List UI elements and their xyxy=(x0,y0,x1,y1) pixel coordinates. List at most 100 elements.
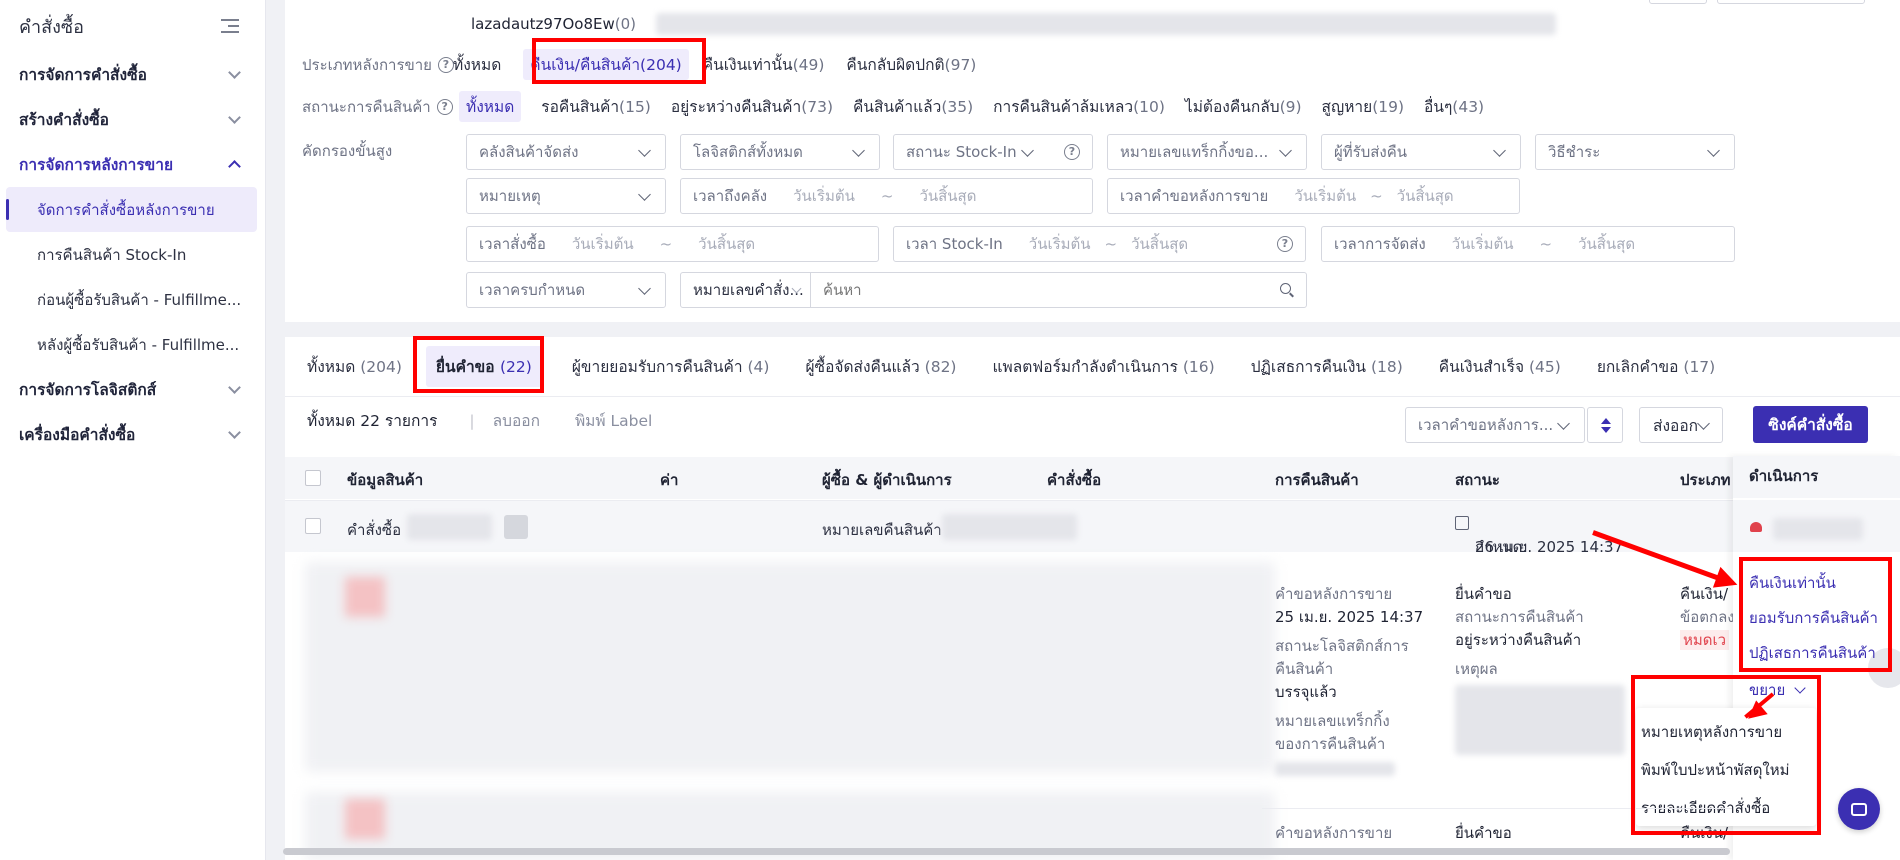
tracking-select[interactable]: หมายเลขแทร็กกิ้งขอ... xyxy=(1107,134,1307,170)
sidebar-item-before-receipt[interactable]: ก่อนผู้ซื้อรับสินค้า - Fulfillme... xyxy=(0,277,265,322)
option-count: (19) xyxy=(1372,98,1405,116)
option-count: (73) xyxy=(801,98,834,116)
sidebar-item-label: ก่อนผู้ซื้อรับสินค้า - Fulfillme... xyxy=(37,290,242,309)
button-label: ส่งออก xyxy=(1653,416,1699,435)
row-checkbox[interactable] xyxy=(305,518,321,534)
tab-label: ผู้ซื้อจัดส่งคืนแล้ว xyxy=(805,358,920,376)
stockin-time-range[interactable]: เวลา Stock-In วันเริ่มต้น ~ วันสิ้นสุด? xyxy=(893,226,1306,262)
option-label: ทั้งหมด xyxy=(453,56,502,74)
request-time-range[interactable]: เวลาคำขอหลังการขาย วันเริ่มต้น ~ วันสิ้นสุด xyxy=(1107,178,1520,214)
search-input[interactable] xyxy=(811,274,1280,306)
logistics-select[interactable]: โลจิสติกส์ทั้งหมด xyxy=(680,134,880,170)
chevron-down-icon xyxy=(1707,144,1720,157)
start-date-input[interactable]: วันเริ่มต้น xyxy=(572,232,634,256)
horizontal-scrollbar[interactable] xyxy=(283,848,1730,855)
tracking-label-2: ของการคืนสินค้า xyxy=(1275,735,1386,753)
select-all-checkbox[interactable] xyxy=(305,470,321,486)
status-option-lost[interactable]: สูญหาย(19) xyxy=(1322,94,1405,119)
sidebar-item-label: หลังผู้ซื้อรับสินค้า - Fulfillme... xyxy=(37,335,240,354)
collapse-menu-icon[interactable] xyxy=(221,19,239,33)
tab-platform-processing[interactable]: แพลตฟอร์มกำลังดำเนินการ (16) xyxy=(992,354,1214,379)
column-header: สถานะ xyxy=(1455,471,1500,489)
note-select[interactable]: หมายเหตุ xyxy=(466,178,666,214)
sidebar-group-create-order[interactable]: สร้างคำสั่งซื้อ xyxy=(0,97,265,142)
option-label: คืนสินค้าแล้ว xyxy=(853,98,942,116)
sidebar-group-logistics[interactable]: การจัดการโลจิสติกส์ xyxy=(0,367,265,412)
remove-button[interactable]: ลบออก xyxy=(493,408,540,433)
help-icon[interactable]: ? xyxy=(1064,144,1080,160)
start-date-input[interactable]: วันเริ่มต้น xyxy=(1294,184,1356,208)
payment-select[interactable]: วิธีชำระ xyxy=(1535,134,1735,170)
export-button[interactable]: ส่งออก xyxy=(1639,407,1723,443)
status-option-failed[interactable]: การคืนสินค้าล้มเหลว(10) xyxy=(993,94,1165,119)
tab-cancelled[interactable]: ยกเลิกคำขอ (17) xyxy=(1597,354,1715,379)
chevron-down-icon xyxy=(1557,417,1570,430)
help-icon[interactable]: ? xyxy=(436,98,453,115)
sidebar-item-aftersale-orders[interactable]: จัดการคำสั่งซื้อหลังการขาย xyxy=(6,187,257,232)
sidebar-group-order-tools[interactable]: เครื่องมือคำสั่งซื้อ xyxy=(0,412,265,457)
return-status-value: อยู่ระหว่างคืนสินค้า xyxy=(1455,631,1582,649)
tab-refund-success[interactable]: คืนเงินสำเร็จ (45) xyxy=(1439,354,1561,379)
label-text: สถานะการคืนสินค้า xyxy=(302,97,431,116)
end-date-input[interactable]: วันสิ้นสุด xyxy=(1578,232,1635,256)
receiver-select[interactable]: ผู้ที่รับส่งคืน xyxy=(1321,134,1521,170)
tab-refund-rejected[interactable]: ปฏิเสธการคืนเงิน (18) xyxy=(1251,354,1403,379)
arrival-time-range[interactable]: เวลาถึงคลัง วันเริ่มต้น ~ วันสิ้นสุด xyxy=(680,178,1093,214)
sync-orders-button[interactable]: ซิงค์คำสั่งซื้อ xyxy=(1753,406,1868,443)
help-icon[interactable]: ? xyxy=(1277,236,1293,252)
chevron-down-icon xyxy=(1021,144,1034,157)
order-time-range[interactable]: เวลาสั่งซื้อ วันเริ่มต้น ~ วันสิ้นสุด xyxy=(466,226,879,262)
column-header: ข้อมูลสินค้า xyxy=(347,471,424,489)
sidebar-group-aftersale[interactable]: การจัดการหลังการขาย xyxy=(0,142,265,187)
status-option-waiting[interactable]: รอคืนสินค้า(15) xyxy=(541,94,651,119)
start-date-input[interactable]: วันเริ่มต้น xyxy=(793,184,855,208)
option-label: สูญหาย xyxy=(1321,98,1373,116)
search-icon[interactable] xyxy=(1280,283,1294,298)
tab-label: คืนเงินสำเร็จ xyxy=(1438,358,1525,376)
sort-order-button[interactable] xyxy=(1587,407,1623,443)
sidebar: คำสั่งซื้อ การจัดการคำสั่งซื้อ สร้างคำสั… xyxy=(0,0,266,860)
end-date-input[interactable]: วันสิ้นสุด xyxy=(919,184,976,208)
start-date-input[interactable]: วันเริ่มต้น xyxy=(1452,232,1514,256)
type-option-refund-only[interactable]: คืนเงินเท่านั้น(49) xyxy=(703,52,825,77)
print-label-button[interactable]: พิมพ์ Label xyxy=(575,408,652,433)
account-name[interactable]: lazadautz97Oo8Ew xyxy=(471,15,615,33)
stockin-status-select[interactable]: สถานะ Stock-In? xyxy=(893,134,1093,170)
list-toolbar: ทั้งหมด 22 รายการ | ลบออก พิมพ์ Label xyxy=(307,408,687,433)
status-option-returning[interactable]: อยู่ระหว่างคืนสินค้า(73) xyxy=(671,94,833,119)
tab-count: (18) xyxy=(1370,358,1403,376)
top-button-2[interactable] xyxy=(1717,0,1865,4)
status-option-no-return[interactable]: ไม่ต้องคืนกลับ(9) xyxy=(1185,94,1302,119)
sidebar-item-after-receipt[interactable]: หลังผู้ซื้อรับสินค้า - Fulfillme... xyxy=(0,322,265,367)
start-date-input[interactable]: วันเริ่มต้น xyxy=(1029,232,1091,256)
sidebar-group-order-management[interactable]: การจัดการคำสั่งซื้อ xyxy=(0,52,265,97)
status-option-returned[interactable]: คืนสินค้าแล้ว(35) xyxy=(853,94,973,119)
end-date-input[interactable]: วันสิ้นสุด xyxy=(1397,184,1454,208)
chat-button[interactable] xyxy=(1838,788,1880,830)
table-header: ข้อมูลสินค้า ค่า ผู้ซื้อ & ผู้ดำเนินการ … xyxy=(285,457,1900,499)
return-request-info: คำขอหลังการขาย 25 เม.ย. 2025 14:37 สถานะ… xyxy=(1275,583,1423,783)
advanced-filter-label: คัดกรองขั้นสูง xyxy=(302,142,393,160)
sort-field-select[interactable]: เวลาคำขอหลังการ... xyxy=(1405,407,1585,443)
tab-buyer-shipped[interactable]: ผู้ซื้อจัดส่งคืนแล้ว (82) xyxy=(805,354,956,379)
help-icon[interactable]: ? xyxy=(437,56,454,73)
tab-all[interactable]: ทั้งหมด (204) xyxy=(307,354,402,379)
top-button-1[interactable] xyxy=(1649,0,1707,4)
status-option-other[interactable]: อื่นๆ(43) xyxy=(1424,94,1484,119)
refresh-icon[interactable] xyxy=(504,515,528,539)
end-date-input[interactable]: วันสิ้นสุด xyxy=(1131,232,1188,256)
chevron-down-icon xyxy=(1279,144,1292,157)
end-date-input[interactable]: วันสิ้นสุด xyxy=(698,232,755,256)
warehouse-select[interactable]: คลังสินค้าจัดส่ง xyxy=(466,134,666,170)
ship-time-range[interactable]: เวลาการจัดส่ง วันเริ่มต้น ~ วันสิ้นสุด xyxy=(1321,226,1735,262)
actions-header: ดำเนินการ xyxy=(1749,467,1819,485)
status-option-all[interactable]: ทั้งหมด xyxy=(459,91,522,122)
type-option-all[interactable]: ทั้งหมด xyxy=(453,52,501,77)
type-option-abnormal-return[interactable]: คืนกลับผิดปกติ(97) xyxy=(846,52,976,77)
tab-seller-accepted[interactable]: ผู้ขายยอมรับการคืนสินค้า (4) xyxy=(572,354,770,379)
sidebar-item-return-stockin[interactable]: การคืนสินค้า Stock-In xyxy=(0,232,265,277)
sidebar-group-label: เครื่องมือคำสั่งซื้อ xyxy=(19,426,136,444)
search-type-select[interactable]: หมายเลขคำสั่ง... xyxy=(681,273,811,307)
due-time-select[interactable]: เวลาครบกำหนด xyxy=(466,272,666,308)
product-thumbnail xyxy=(345,799,385,839)
